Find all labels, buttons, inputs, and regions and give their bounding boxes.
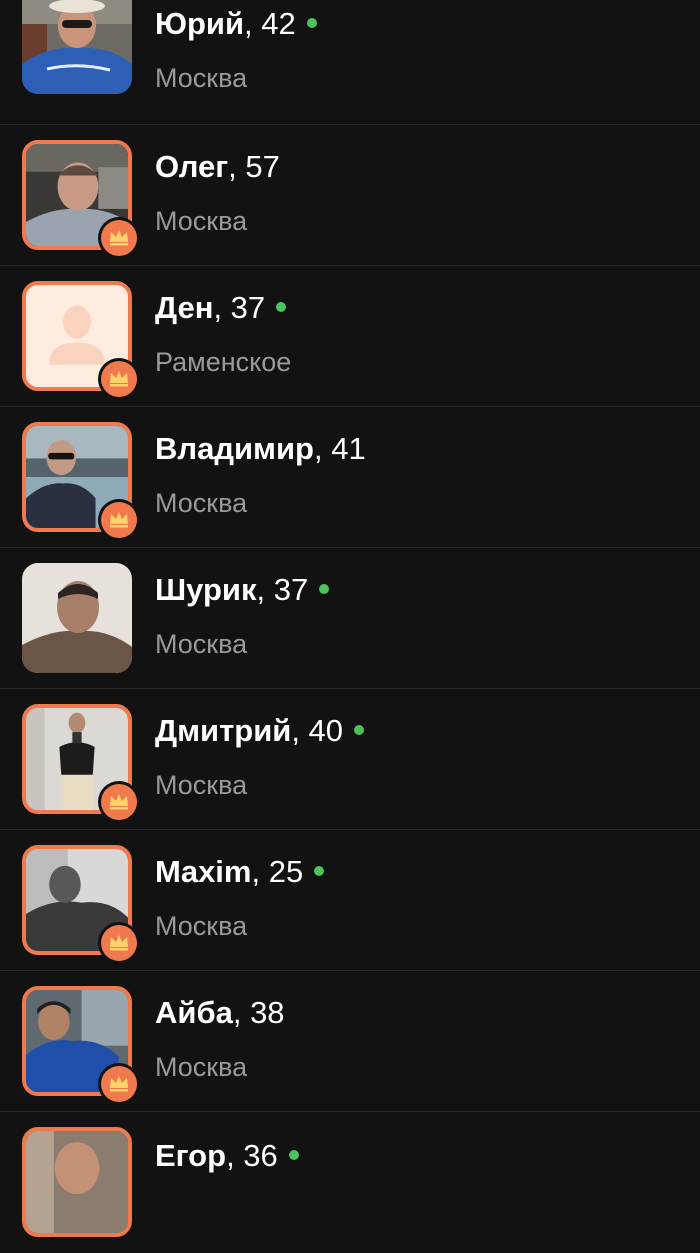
user-title: Дмитрий, 40 — [155, 713, 365, 749]
premium-crown-icon — [101, 1066, 137, 1102]
avatar[interactable] — [22, 0, 132, 94]
online-indicator-icon — [276, 301, 287, 312]
online-indicator-icon — [306, 17, 317, 28]
user-row[interactable]: Егор, 36 — [0, 1112, 700, 1253]
avatar[interactable] — [22, 563, 132, 673]
avatar-photo — [26, 1131, 128, 1233]
online-indicator-icon — [288, 1149, 299, 1160]
user-title: Maxim, 25 — [155, 854, 325, 890]
premium-crown-icon — [101, 361, 137, 397]
user-row[interactable]: Шурик, 37 Москва — [0, 548, 700, 689]
user-row[interactable]: Юрий, 42 Москва — [0, 0, 700, 125]
user-row[interactable]: Maxim, 25 Москва — [0, 830, 700, 971]
online-indicator-icon — [319, 583, 330, 594]
user-name: Олег — [155, 149, 229, 184]
user-title: Владимир, 41 — [155, 431, 366, 467]
user-row[interactable]: Владимир, 41 Москва — [0, 407, 700, 548]
user-name: Шурик — [155, 572, 257, 607]
user-row[interactable]: Айба, 38 Москва — [0, 971, 700, 1112]
user-row[interactable]: Дмитрий, 40 Москва — [0, 689, 700, 830]
avatar[interactable] — [22, 1127, 132, 1237]
user-name: Егор — [155, 1138, 227, 1173]
user-age: , 25 — [251, 854, 304, 889]
user-city: Москва — [155, 63, 248, 93]
user-age: , 37 — [213, 290, 266, 325]
user-city: Москва — [155, 911, 248, 941]
user-title: Шурик, 37 — [155, 572, 330, 608]
user-age: , 42 — [244, 6, 296, 41]
user-row[interactable]: Олег, 57 Москва — [0, 125, 700, 266]
user-city: Москва — [155, 488, 248, 518]
user-name: Maxim — [155, 854, 252, 889]
premium-crown-icon — [101, 925, 137, 961]
user-title: Ден, 37 — [155, 290, 287, 326]
online-indicator-icon — [314, 865, 325, 876]
user-title: Юрий, 42 — [155, 6, 317, 42]
user-age: , 41 — [313, 431, 366, 466]
user-age: , 40 — [291, 713, 344, 748]
user-name: Ден — [155, 290, 214, 325]
premium-crown-icon — [101, 220, 137, 256]
user-city: Москва — [155, 770, 248, 800]
user-name: Айба — [155, 995, 233, 1030]
premium-crown-icon — [101, 784, 137, 820]
user-city: Москва — [155, 1052, 248, 1082]
user-age: , 36 — [226, 1138, 278, 1173]
user-city: Раменское — [155, 347, 292, 377]
user-age: , 57 — [228, 149, 280, 184]
avatar-photo — [22, 0, 132, 94]
user-name: Дмитрий — [155, 713, 292, 748]
user-age: , 37 — [256, 572, 309, 607]
user-title: Олег, 57 — [155, 149, 280, 185]
user-name: Владимир — [155, 431, 314, 466]
user-name: Юрий — [155, 6, 245, 41]
user-title: Айба, 38 — [155, 995, 285, 1031]
user-city: Москва — [155, 629, 248, 659]
user-title: Егор, 36 — [155, 1138, 299, 1174]
premium-crown-icon — [101, 502, 137, 538]
user-row[interactable]: Ден, 37 Раменское — [0, 266, 700, 407]
online-indicator-icon — [354, 724, 365, 735]
avatar-photo — [22, 563, 132, 673]
user-age: , 38 — [232, 995, 285, 1030]
user-city: Москва — [155, 206, 248, 236]
